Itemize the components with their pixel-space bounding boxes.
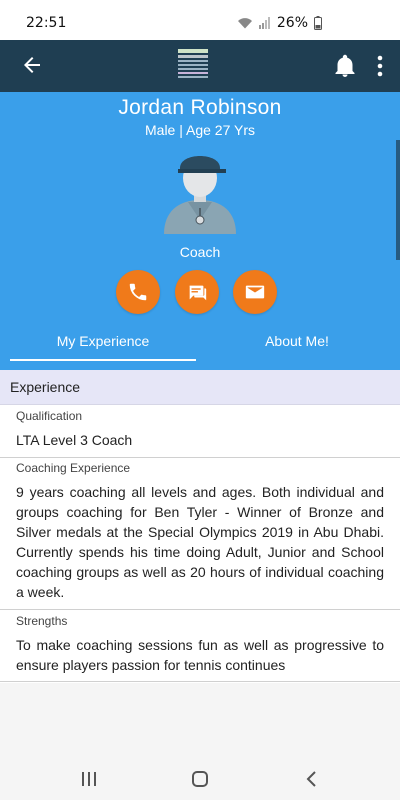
signal-icon xyxy=(258,17,270,29)
tab-selected-indicator xyxy=(10,359,196,361)
bell-icon[interactable] xyxy=(334,54,356,78)
coach-avatar xyxy=(164,156,236,234)
chat-icon xyxy=(189,285,207,301)
mail-icon xyxy=(245,285,265,299)
divider xyxy=(0,609,400,610)
more-vertical-icon[interactable] xyxy=(376,55,384,77)
call-button[interactable] xyxy=(116,270,160,314)
divider xyxy=(0,457,400,458)
coaching-experience-label: Coaching Experience xyxy=(16,461,131,475)
profile-header: Jordan Robinson Male | Age 27 Yrs Coach xyxy=(0,92,400,370)
recent-apps-icon[interactable] xyxy=(77,768,101,790)
coach-meta: Male | Age 27 Yrs xyxy=(145,122,255,138)
qualification-label: Qualification xyxy=(16,409,83,423)
chat-button[interactable] xyxy=(175,270,219,314)
status-bar: 22:51 26% xyxy=(0,0,400,40)
back-arrow-icon[interactable] xyxy=(20,53,44,77)
email-button[interactable] xyxy=(233,270,277,314)
empty-area xyxy=(0,683,400,758)
contact-actions xyxy=(0,270,400,314)
profile-tabs: My Experience About Me! xyxy=(0,322,400,362)
top-app-bar xyxy=(0,40,400,92)
strengths-label: Strengths xyxy=(16,614,68,628)
system-nav-bar xyxy=(0,758,400,800)
scroll-edge-indicator xyxy=(396,140,400,260)
tab-my-experience[interactable]: My Experience xyxy=(10,322,196,362)
battery-icon xyxy=(314,16,322,30)
qualification-item: Qualification LTA Level 3 Coach xyxy=(16,408,400,450)
tab-about-me-label: About Me! xyxy=(265,333,329,349)
tab-my-experience-label: My Experience xyxy=(56,333,150,349)
battery-percent: 26% xyxy=(276,15,308,31)
coaching-experience-value: 9 years coaching all levels and ages. Bo… xyxy=(16,484,384,600)
strengths-item: Strengths To make coaching sessions fun … xyxy=(16,613,400,675)
status-indicators: 26% xyxy=(237,15,322,31)
home-icon[interactable] xyxy=(188,768,212,790)
club-logo xyxy=(178,49,208,78)
strengths-value: To make coaching sessions fun as well as… xyxy=(16,637,384,673)
experience-section-title: Experience xyxy=(10,379,81,395)
qualification-value: LTA Level 3 Coach xyxy=(16,432,133,448)
divider xyxy=(0,681,400,682)
phone-icon xyxy=(129,283,147,301)
coach-name: Jordan Robinson xyxy=(118,96,282,119)
status-time: 22:51 xyxy=(26,15,67,31)
tab-about-me[interactable]: About Me! xyxy=(204,322,390,362)
wifi-icon xyxy=(237,18,252,29)
coaching-experience-item: Coaching Experience 9 years coaching all… xyxy=(16,460,400,602)
back-icon[interactable] xyxy=(300,768,324,790)
coach-role: Coach xyxy=(179,244,221,260)
experience-section-header: Experience xyxy=(0,370,400,405)
